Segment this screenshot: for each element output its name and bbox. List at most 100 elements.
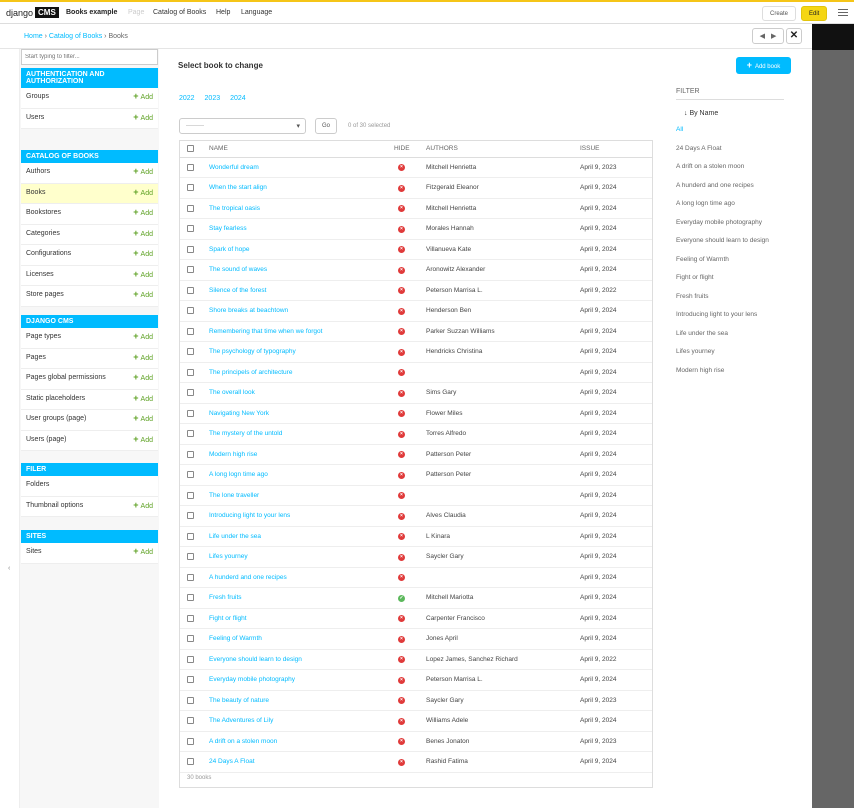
book-name-link[interactable]: The lone traveller xyxy=(202,485,390,506)
toolbar-page-menu[interactable]: Page xyxy=(128,9,144,16)
add-link[interactable]: + Add xyxy=(133,187,153,197)
sidebar-item[interactable]: Page types + Add xyxy=(21,328,158,349)
row-checkbox[interactable] xyxy=(187,696,194,704)
sidebar-item-label[interactable]: Thumbnail options xyxy=(26,502,83,509)
book-name-link[interactable]: Remembering that time when we forgot xyxy=(202,321,390,342)
breadcrumb-catalog[interactable]: Catalog of Books xyxy=(49,33,102,40)
filter-option[interactable]: A drift on a stolen moon xyxy=(676,163,806,182)
module-title[interactable]: Authentication and Authorization xyxy=(21,68,158,88)
edit-button[interactable]: Edit xyxy=(801,6,828,21)
add-link[interactable]: + Add xyxy=(133,112,153,122)
sidebar-item-label[interactable]: Pages xyxy=(26,354,46,361)
row-checkbox[interactable] xyxy=(187,594,194,602)
module-title[interactable]: Sites xyxy=(21,530,158,543)
add-link[interactable]: + Add xyxy=(133,228,153,238)
year-link[interactable]: 2022 xyxy=(179,95,195,102)
book-name-link[interactable]: The beauty of nature xyxy=(202,690,390,711)
book-name-link[interactable]: Everyone should learn to design xyxy=(202,649,390,670)
column-header-authors[interactable]: Authors xyxy=(426,141,580,158)
row-checkbox[interactable] xyxy=(187,184,194,192)
book-name-link[interactable]: Spark of hope xyxy=(202,239,390,260)
row-checkbox[interactable] xyxy=(187,163,194,171)
add-link[interactable]: + Add xyxy=(133,167,153,177)
filter-option[interactable]: A long logn time ago xyxy=(676,200,806,219)
sidebar-item-label[interactable]: Users (page) xyxy=(26,436,66,443)
menu-icon[interactable] xyxy=(838,9,848,17)
toolbar-catalog-menu[interactable]: Catalog of Books xyxy=(153,9,206,16)
toolbar-site-name[interactable]: Books example xyxy=(66,9,117,16)
book-name-link[interactable]: The principels of architecture xyxy=(202,362,390,383)
sidebar-item-label[interactable]: Folders xyxy=(26,481,49,488)
toolbar-language-menu[interactable]: Language xyxy=(241,9,272,16)
sidebar-item[interactable]: Pages global permissions + Add xyxy=(21,369,158,390)
column-header-hide[interactable]: Hide xyxy=(390,141,426,158)
back-arrow-icon[interactable]: ◀ xyxy=(760,32,765,40)
sidebar-item[interactable]: Users (page) + Add xyxy=(21,430,158,451)
module-title[interactable]: Filer xyxy=(21,463,158,476)
filter-option[interactable]: Fight or flight xyxy=(676,274,806,293)
year-link[interactable]: 2024 xyxy=(230,95,246,102)
book-name-link[interactable]: A hunderd and one recipes xyxy=(202,567,390,588)
book-name-link[interactable]: Introducing light to your lens xyxy=(202,505,390,527)
row-checkbox[interactable] xyxy=(187,450,194,458)
forward-arrow-icon[interactable]: ▶ xyxy=(771,32,776,40)
book-name-link[interactable]: A long logn time ago xyxy=(202,464,390,486)
add-link[interactable]: + Add xyxy=(133,547,153,557)
sidebar-item[interactable]: Thumbnail options + Add xyxy=(21,496,158,517)
sidebar-item[interactable]: Sites + Add xyxy=(21,543,158,564)
year-link[interactable]: 2023 xyxy=(205,95,221,102)
book-name-link[interactable]: Fight or flight xyxy=(202,608,390,629)
sidebar-item[interactable]: Categories + Add xyxy=(21,224,158,245)
row-checkbox[interactable] xyxy=(187,614,194,622)
sidebar-item-label[interactable]: Pages global permissions xyxy=(26,374,106,381)
row-checkbox[interactable] xyxy=(187,655,194,663)
sidebar-item[interactable]: Store pages + Add xyxy=(21,286,158,307)
select-all-checkbox[interactable] xyxy=(187,145,194,153)
book-name-link[interactable]: The Adventures of Lily xyxy=(202,710,390,732)
sidebar-item[interactable]: Pages + Add xyxy=(21,348,158,369)
sidebar-item[interactable]: Folders xyxy=(21,476,158,497)
book-name-link[interactable]: 24 Days A Float xyxy=(202,751,390,773)
django-cms-logo[interactable]: django CMS xyxy=(6,7,59,18)
row-checkbox[interactable] xyxy=(187,389,194,397)
row-checkbox[interactable] xyxy=(187,532,194,540)
row-checkbox[interactable] xyxy=(187,512,194,520)
sidebar-item[interactable]: Users + Add xyxy=(21,108,158,129)
book-name-link[interactable]: Feeling of Warmth xyxy=(202,628,390,650)
filter-option[interactable]: Modern high rise xyxy=(676,367,806,386)
row-checkbox[interactable] xyxy=(187,245,194,253)
add-link[interactable]: + Add xyxy=(133,92,153,102)
go-button[interactable]: Go xyxy=(315,118,337,134)
sidebar-item-label[interactable]: Store pages xyxy=(26,291,64,298)
filter-option[interactable]: Life under the sea xyxy=(676,330,806,349)
breadcrumb-home[interactable]: Home xyxy=(24,33,43,40)
sidebar-item[interactable]: Licenses + Add xyxy=(21,265,158,286)
create-button[interactable]: Create xyxy=(762,6,797,21)
add-link[interactable]: + Add xyxy=(133,500,153,510)
add-link[interactable]: + Add xyxy=(133,434,153,444)
book-name-link[interactable]: The overall look xyxy=(202,382,390,404)
book-name-link[interactable]: Modern high rise xyxy=(202,444,390,465)
add-book-button[interactable]: + Add book xyxy=(736,57,791,74)
add-link[interactable]: + Add xyxy=(133,249,153,259)
toolbar-help-menu[interactable]: Help xyxy=(216,9,230,16)
add-link[interactable]: + Add xyxy=(133,352,153,362)
row-checkbox[interactable] xyxy=(187,491,194,499)
row-checkbox[interactable] xyxy=(187,204,194,212)
sidebar-item[interactable]: Authors + Add xyxy=(21,163,158,184)
filter-option[interactable]: All xyxy=(676,126,806,145)
row-checkbox[interactable] xyxy=(187,471,194,479)
add-link[interactable]: + Add xyxy=(133,269,153,279)
sidebar-item-label[interactable]: Users xyxy=(26,114,44,121)
sidebar-item-label[interactable]: Bookstores xyxy=(26,209,61,216)
book-name-link[interactable]: Life under the sea xyxy=(202,526,390,547)
row-checkbox[interactable] xyxy=(187,409,194,417)
book-name-link[interactable]: A drift on a stolen moon xyxy=(202,731,390,752)
module-title[interactable]: Django CMS xyxy=(21,315,158,328)
sidebar-item[interactable]: Static placeholders + Add xyxy=(21,389,158,410)
filter-option[interactable]: A hunderd and one recipes xyxy=(676,182,806,201)
sidebar-item-label[interactable]: Static placeholders xyxy=(26,395,85,402)
add-link[interactable]: + Add xyxy=(133,208,153,218)
row-checkbox[interactable] xyxy=(187,286,194,294)
add-link[interactable]: + Add xyxy=(133,290,153,300)
